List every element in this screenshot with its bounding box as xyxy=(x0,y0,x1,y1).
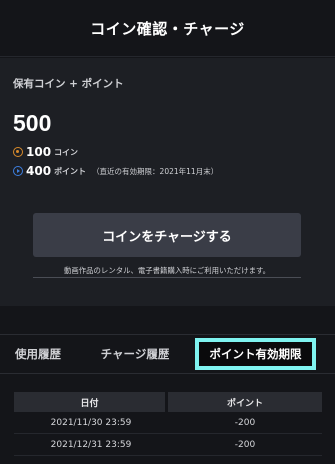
point-expiry-note: （直近の有効期限：2021年11月末） xyxy=(92,166,219,176)
row-date: 2021/12/31 23:59 xyxy=(50,439,132,450)
holdings-total: 500 xyxy=(13,110,52,136)
tab-usage-history[interactable]: 使用履歴 xyxy=(2,335,74,373)
row-points: -200 xyxy=(234,417,256,428)
coin-value: 100 xyxy=(26,145,52,159)
point-balance-row: 400 ポイント （直近の有効期限：2021年11月末） xyxy=(13,164,218,178)
table-row: 2021/11/30 23:59 -200 xyxy=(14,412,322,434)
column-header-points: ポイント xyxy=(168,392,322,412)
charge-coins-button[interactable]: コインをチャージする xyxy=(33,213,301,257)
point-value: 400 xyxy=(26,164,52,178)
table-header: 日付 ポイント xyxy=(14,392,322,412)
column-header-date: 日付 xyxy=(14,392,165,412)
charge-hint: 動画作品のレンタル、電子書籍購入時にご利用いただけます。 xyxy=(33,264,301,278)
tab-point-expiry[interactable]: ポイント有効期限 xyxy=(195,338,316,370)
page-title: コイン確認・チャージ xyxy=(90,19,245,38)
row-points: -200 xyxy=(234,439,256,450)
holdings-label: 保有コイン + ポイント xyxy=(13,78,124,90)
holdings-panel: 保有コイン + ポイント 500 100 コイン 400 ポイント （直近の有効… xyxy=(0,58,335,306)
coin-page: コイン確認・チャージ 保有コイン + ポイント 500 100 コイン 400 … xyxy=(0,0,335,464)
point-unit: ポイント xyxy=(54,166,87,176)
table-row: 2021/12/31 23:59 -200 xyxy=(14,434,322,456)
point-expiry-table: 日付 ポイント 2021/11/30 23:59 -200 2021/12/31… xyxy=(14,392,322,456)
point-icon xyxy=(13,166,23,176)
tab-charge-history[interactable]: チャージ履歴 xyxy=(90,335,180,373)
coin-unit: コイン xyxy=(54,147,79,157)
row-date: 2021/11/30 23:59 xyxy=(50,417,132,428)
history-tabs: 使用履歴 チャージ履歴 ポイント有効期限 xyxy=(0,334,335,374)
coin-balance-row: 100 コイン xyxy=(13,145,78,159)
coin-icon xyxy=(13,147,23,157)
page-header: コイン確認・チャージ xyxy=(0,0,335,57)
